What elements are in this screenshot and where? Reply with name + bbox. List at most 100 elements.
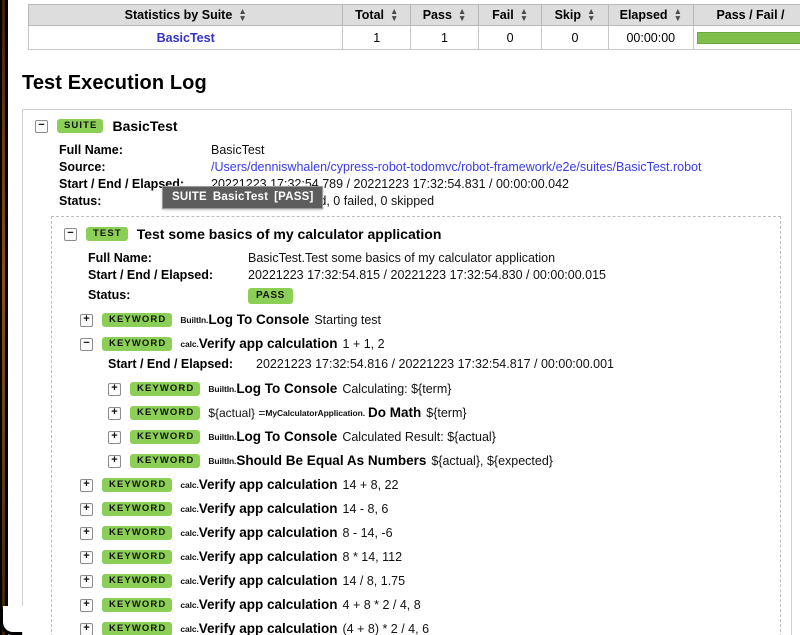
keyword-library-prefix: BuiltIn. [208,456,237,466]
keyword-arguments: Calculating: ${term} [342,382,452,396]
test-full-name-label: Full Name: [88,251,152,265]
window-chrome-left-edge [0,0,8,635]
test-times-label: Start / End / Elapsed: [88,268,214,282]
keyword-expand-toggle[interactable]: + [80,502,93,516]
keyword-row[interactable]: + KEYWORD calc. Verify app calculation 1… [80,501,780,517]
column-header-statistics-by-suite[interactable]: Statistics by Suite ▲ ▼ [27,4,344,26]
keyword-name: Verify app calculation [198,477,338,492]
keyword-expand-toggle[interactable]: + [108,406,121,420]
keyword-name: Verify app calculation [198,573,338,588]
test-collapse-toggle[interactable]: − [64,227,77,241]
column-header-pass-fail-bar: Pass / Fail / [692,4,800,26]
keyword-expand-toggle[interactable]: + [80,574,93,588]
keyword-assignment-variable: ${actual} = [208,406,266,420]
column-header-pass[interactable]: Pass ▲ ▼ [410,4,479,26]
sort-arrows-icon[interactable]: ▲ ▼ [238,7,246,23]
keyword-row[interactable]: + KEYWORD ${actual} = MyCalculatorApplic… [108,405,780,421]
keyword-expand-toggle[interactable]: + [108,382,121,396]
keyword-type-badge: KEYWORD [102,478,173,492]
keyword-name: Should Be Equal As Numbers [236,453,427,468]
test-times-row: Start / End / Elapsed: 20221223 17:32:54… [88,267,780,284]
suite-collapse-toggle[interactable]: − [35,119,48,133]
keyword-expand-toggle[interactable]: + [80,478,93,492]
keyword-expand-toggle[interactable]: + [80,622,93,635]
keyword-arguments: 14 + 8, 22 [342,478,399,492]
suite-header-row[interactable]: − SUITE BasicTest [35,118,791,134]
keyword-row[interactable]: + KEYWORD BuiltIn. Log To Console Calcul… [108,381,780,397]
keyword-times-row: Start / End / Elapsed: 20221223 17:32:54… [108,356,780,373]
sort-arrows-icon[interactable]: ▲ ▼ [458,7,466,23]
keyword-library-prefix: calc. [180,624,199,634]
cell-total: 1 [342,25,412,50]
suite-link-basictest[interactable]: BasicTest [157,31,215,45]
keyword-library-prefix: calc. [180,480,199,490]
test-log-container: − TEST Test some basics of my calculator… [51,216,781,635]
keyword-expand-toggle[interactable]: + [80,598,93,612]
keyword-name: Log To Console [236,429,338,444]
keyword-type-badge: KEYWORD [102,622,173,635]
keyword-type-badge: KEYWORD [130,382,201,396]
suite-full-name-label: Full Name: [59,143,123,157]
keyword-expand-toggle[interactable]: + [80,526,93,540]
keyword-type-badge: KEYWORD [102,550,173,564]
suite-type-badge: SUITE [57,119,104,133]
keyword-collapse-toggle[interactable]: − [80,337,93,351]
sort-arrows-icon[interactable]: ▲ ▼ [390,7,398,23]
keyword-expand-toggle[interactable]: + [80,313,93,327]
keyword-library-prefix: calc. [180,504,199,514]
keyword-expand-toggle[interactable]: + [80,550,93,564]
cell-suite-name: BasicTest [27,25,344,50]
keyword-row[interactable]: + KEYWORD calc. Verify app calculation 8… [80,549,780,565]
keyword-row[interactable]: + KEYWORD calc. Verify app calculation 1… [80,573,780,589]
statistics-header-row: Statistics by Suite ▲ ▼ Total ▲ ▼ Pass ▲… [27,4,800,26]
keyword-arguments: 8 - 14, -6 [342,526,393,540]
suite-full-name-row: Full Name: BasicTest [59,142,791,159]
keyword-arguments: 14 / 8, 1.75 [342,574,406,588]
suite-source-row: Source: /Users/denniswhalen/cypress-robo… [59,159,791,176]
keyword-name: Verify app calculation [198,621,338,635]
keyword-arguments: Calculated Result: ${actual} [342,430,496,444]
test-header-row[interactable]: − TEST Test some basics of my calculator… [64,226,780,242]
column-header-fail[interactable]: Fail ▲ ▼ [477,4,543,26]
keyword-library-prefix: BuiltIn. [208,432,237,442]
keyword-arguments: ${actual}, ${expected} [431,454,553,468]
suite-log-container: − SUITE BasicTest Full Name: BasicTest S… [22,109,792,635]
suite-name: BasicTest [112,118,178,134]
keyword-row[interactable]: + KEYWORD calc. Verify app calculation 8… [80,525,780,541]
window-chrome-bottom-left-corner [0,606,29,635]
keyword-type-badge: KEYWORD [130,406,201,420]
sort-arrows-icon[interactable]: ▲ ▼ [674,7,682,23]
statistics-by-suite-section: Statistics by Suite ▲ ▼ Total ▲ ▼ Pass ▲… [27,4,800,50]
suite-source-link[interactable]: /Users/denniswhalen/cypress-robot-todomv… [211,159,702,176]
keyword-row[interactable]: + KEYWORD calc. Verify app calculation 4… [80,597,780,613]
column-header-elapsed[interactable]: Elapsed ▲ ▼ [607,4,694,26]
keyword-row[interactable]: + KEYWORD BuiltIn. Should Be Equal As Nu… [108,453,780,469]
keyword-arguments: ${term} [426,406,467,420]
cell-elapsed: 00:00:00 [607,25,694,50]
sort-arrows-icon[interactable]: ▲ ▼ [587,7,595,23]
tooltip-name: BasicTest [212,191,269,203]
keyword-name: Verify app calculation [198,525,338,540]
keyword-row[interactable]: + KEYWORD BuiltIn. Log To Console Calcul… [108,429,780,445]
column-header-skip[interactable]: Skip ▲ ▼ [541,4,609,26]
column-header-total[interactable]: Total ▲ ▼ [342,4,412,26]
cell-skip: 0 [541,25,609,50]
keyword-row[interactable]: + KEYWORD BuiltIn. Log To Console Starti… [80,312,780,328]
keyword-library-prefix: BuiltIn. [208,384,237,394]
keyword-type-badge: KEYWORD [130,454,201,468]
keyword-name: Do Math [368,405,422,420]
page-title: Test Execution Log [22,72,207,94]
statistics-table: Statistics by Suite ▲ ▼ Total ▲ ▼ Pass ▲… [27,4,800,50]
keyword-row[interactable]: − KEYWORD calc. Verify app calculation 1… [80,336,780,352]
column-label-statistics-by-suite: Statistics by Suite [124,8,233,22]
keyword-row[interactable]: + KEYWORD calc. Verify app calculation (… [80,621,780,635]
keyword-library-prefix: calc. [180,528,199,538]
sort-arrows-icon[interactable]: ▲ ▼ [520,7,528,23]
test-metadata: Full Name: BasicTest.Test some basics of… [88,250,780,304]
keyword-library-prefix: calc. [180,339,199,349]
keyword-expand-toggle[interactable]: + [108,454,121,468]
keyword-expand-toggle[interactable]: + [108,430,121,444]
keyword-row[interactable]: + KEYWORD calc. Verify app calculation 1… [80,477,780,493]
tooltip-status: [PASS] [274,191,314,203]
keyword-name: Log To Console [236,381,338,396]
